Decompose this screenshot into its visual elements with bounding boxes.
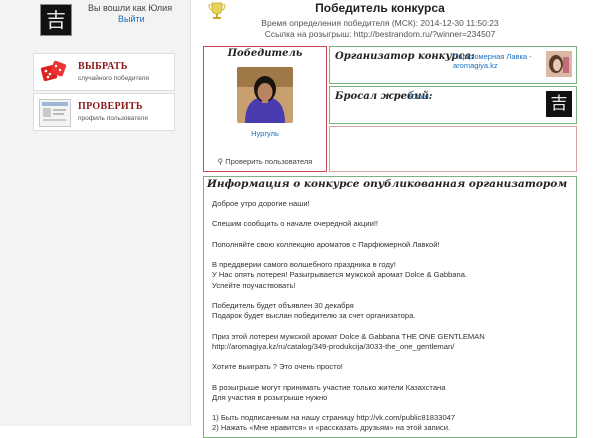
draw-link[interactable]: Ссылка на розыгрыш: http://bestrandom.ru… (0, 29, 600, 39)
contest-info-line: Победитель будет объявлен 30 декабря (212, 301, 354, 310)
winner-time: Время определения победителя (МСК): 2014… (261, 18, 499, 28)
winner-panel: Победитель Нургуль ⚲ Проверить пользоват… (203, 46, 327, 172)
contest-info-line: http://aromagiya.kz/ru/catalog/349-produ… (212, 341, 455, 351)
organizer-panel: Организатор конкурса: Парфюмерная Лавка … (329, 46, 577, 84)
contest-info-line: В розыгрыше могут принимать участие толь… (212, 382, 446, 392)
thrower-panel: Бросал жребий: Юлия 吉 (329, 86, 577, 124)
thrower-avatar-glyph: 吉 (550, 93, 568, 114)
contest-info-line: В преддверии самого волшебного праздника… (212, 260, 396, 270)
verify-user-label: Проверить пользователя (225, 157, 313, 166)
contest-info-panel: Информация о конкурсе опубликованная орг… (203, 176, 577, 438)
thrower-name-link[interactable]: Юлия (409, 92, 429, 101)
thrower-avatar[interactable]: 吉 (546, 91, 572, 117)
contest-info-line: Успейте поучаствовать! (212, 280, 296, 290)
check-profile-title: ПРОВЕРИТЬ (78, 101, 143, 112)
profile-check-icon (39, 99, 71, 127)
contest-info-line: 2) Нажать «Мне нравится» и «рассказать д… (212, 423, 451, 433)
contest-info-line: Подарок будет выслан победителю за счет … (212, 311, 416, 321)
organizer-avatar[interactable] (546, 51, 572, 77)
contest-info-line: Для участия в розыгрыше нужно (212, 392, 328, 402)
contest-info-line: У Нас опять лотерея! Разыгрывается мужск… (212, 270, 468, 280)
pick-winner-button[interactable]: ВЫБРАТЬ случайного победителя (33, 53, 175, 91)
contest-info-heading: Информация о конкурсе опубликованная орг… (207, 178, 568, 190)
winner-heading: Победитель (227, 48, 303, 59)
winner-name-link[interactable]: Нургуль (204, 129, 326, 138)
contest-info-line: Спешим сообщить о начале очередной акции… (212, 219, 379, 229)
contest-info-line: Пополняйте свою коллекцию ароматов с Пар… (212, 239, 440, 249)
contest-info-line: 1) Быть подписанным на нашу страницу htt… (212, 413, 456, 423)
check-profile-button[interactable]: ПРОВЕРИТЬ профиль пользователя (33, 93, 175, 131)
verify-user-link[interactable]: ⚲ Проверить пользователя (204, 157, 326, 166)
contest-info-line: Хотите выиграть ? Это очень просто! (212, 362, 343, 372)
page-title: Победитель конкурса (315, 1, 445, 15)
pick-winner-subtitle: случайного победителя (78, 75, 150, 82)
extra-panel (329, 126, 577, 172)
search-icon: ⚲ (217, 157, 224, 166)
organizer-name-link[interactable]: Парфюмерная Лавка - aromagiya.kz (453, 52, 543, 70)
dice-icon (40, 60, 67, 82)
check-profile-subtitle: профиль пользователя (78, 115, 148, 122)
pick-winner-title: ВЫБРАТЬ (78, 61, 128, 72)
winner-photo[interactable] (237, 67, 293, 123)
contest-info-line: Доброе утро дорогие наши! (212, 199, 310, 208)
contest-info-line: Приз этой лотереи мужской аромат Dolce &… (212, 331, 485, 341)
